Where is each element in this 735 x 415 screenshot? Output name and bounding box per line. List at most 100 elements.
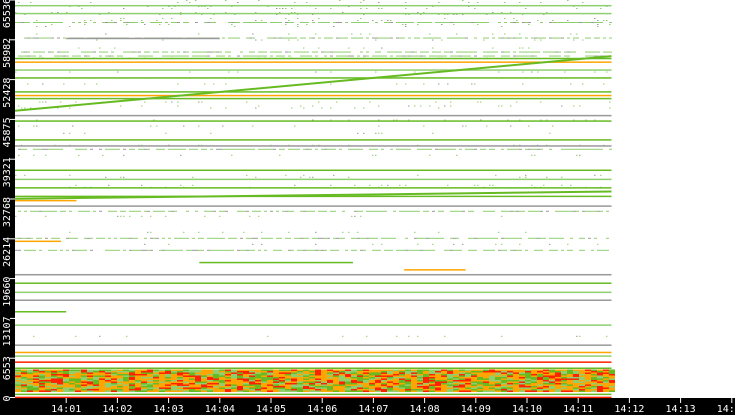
scatter-point: [87, 55, 90, 57]
scatter-point: [33, 210, 36, 212]
dense-cell: [327, 370, 333, 373]
scatter-point: [579, 237, 582, 239]
dense-cell: [123, 384, 129, 387]
dense-cell: [147, 385, 153, 388]
port-line: [15, 4, 612, 7]
dense-cell: [15, 378, 21, 381]
scatter-point: [324, 249, 327, 251]
scatter-point: [45, 210, 48, 212]
dense-cell: [27, 372, 33, 375]
scatter-point: [318, 18, 320, 19]
scatter-point: [465, 51, 468, 53]
dense-cell: [57, 373, 63, 376]
dense-cell: [231, 373, 237, 376]
scatter-point: [57, 37, 60, 39]
dense-cell: [129, 379, 135, 382]
scatter-point: [462, 0, 464, 1]
scatter-point: [30, 210, 33, 212]
dense-cell: [483, 384, 489, 387]
scatter-point: [459, 148, 462, 150]
scatter-point: [525, 51, 528, 53]
scatter-point: [84, 20, 86, 21]
scatter-point: [156, 148, 159, 150]
dense-cell: [393, 382, 399, 385]
dense-cell: [153, 369, 159, 372]
scatter-point: [351, 37, 354, 39]
dense-cell: [447, 378, 453, 381]
dense-cell: [351, 373, 357, 376]
dense-cell: [609, 375, 615, 378]
dense-cell: [51, 372, 57, 375]
dense-cell: [519, 388, 525, 391]
scatter-point: [345, 37, 348, 39]
dense-cell: [249, 369, 255, 372]
dense-cell: [435, 390, 441, 393]
dense-cell: [369, 382, 375, 385]
scatter-point: [330, 184, 332, 186]
scatter-point: [405, 55, 408, 57]
dense-cell: [117, 378, 123, 381]
dense-cell: [573, 375, 579, 378]
scatter-point: [396, 37, 399, 39]
dense-cell: [147, 372, 153, 375]
scatter-point: [138, 51, 141, 53]
scatter-point: [300, 249, 303, 251]
dense-cell: [171, 384, 177, 387]
dense-cell: [381, 373, 387, 376]
dense-cell: [189, 387, 195, 390]
dense-cell: [63, 375, 69, 378]
dense-cell: [351, 378, 357, 381]
scatter-point: [288, 20, 290, 21]
dense-cell: [477, 385, 483, 388]
dense-cell: [315, 373, 321, 376]
scatter-point: [405, 83, 407, 85]
dense-cell: [147, 369, 153, 372]
dense-cell: [483, 379, 489, 382]
scatter-point: [540, 101, 542, 103]
scatter-point: [351, 215, 353, 217]
scatter-point: [345, 51, 348, 53]
dense-cell: [339, 372, 345, 375]
scatter-point: [39, 210, 42, 212]
scatter-point: [45, 148, 48, 150]
dense-cell: [267, 372, 273, 375]
dense-cell: [459, 381, 465, 384]
scatter-point: [39, 249, 42, 251]
scatter-point: [213, 210, 216, 212]
dense-cell: [333, 375, 339, 378]
scatter-point: [540, 39, 542, 41]
scatter-point: [429, 37, 432, 39]
scatter-point: [75, 249, 78, 251]
dense-cell: [159, 385, 165, 388]
scatter-point: [465, 148, 468, 150]
dense-cell: [267, 379, 273, 382]
scatter-point: [171, 55, 174, 57]
dense-cell: [111, 379, 117, 382]
scatter-point: [222, 237, 225, 239]
scatter-point: [279, 237, 282, 239]
scatter-point: [333, 22, 336, 23]
dense-cell: [309, 379, 315, 382]
port-line: [15, 139, 612, 141]
dense-cell: [603, 382, 609, 385]
dense-cell: [255, 369, 261, 372]
scatter-point: [570, 33, 572, 35]
scatter-point: [432, 237, 435, 239]
scatter-point: [348, 176, 350, 178]
dense-cell: [375, 388, 381, 391]
scatter-point: [123, 51, 126, 53]
dense-cell: [165, 388, 171, 391]
scatter-point: [246, 249, 249, 251]
scatter-point: [312, 22, 315, 23]
scatter-point: [378, 249, 381, 251]
scatter-point: [198, 51, 201, 53]
dense-cell: [201, 373, 207, 376]
scatter-point: [282, 55, 285, 57]
scatter-point: [588, 237, 591, 239]
dense-cell: [321, 384, 327, 387]
scatter-point: [510, 148, 513, 150]
x-tick-label: 14:11: [563, 404, 593, 415]
dense-cell: [81, 373, 87, 376]
dense-cell: [315, 376, 321, 379]
scatter-point: [435, 37, 438, 39]
